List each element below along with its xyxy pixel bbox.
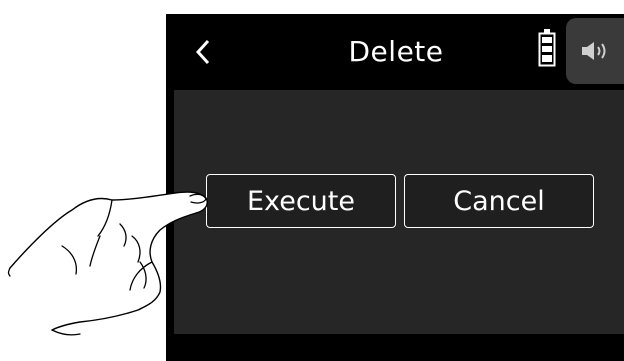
chevron-left-icon	[195, 39, 210, 65]
dialog-content: Execute Cancel	[174, 90, 624, 334]
execute-button[interactable]: Execute	[206, 174, 396, 228]
cancel-button[interactable]: Cancel	[404, 174, 594, 228]
device-screen: Delete Execute Cancel	[166, 14, 624, 361]
screen-header: Delete	[166, 14, 624, 90]
illustration-stage: Delete Execute Cancel	[0, 0, 624, 361]
speaker-icon	[582, 42, 606, 60]
speaker-button[interactable]	[566, 18, 624, 84]
bottom-bar	[166, 334, 624, 361]
page-title: Delete	[348, 35, 444, 68]
back-button[interactable]	[188, 32, 218, 72]
battery-icon	[538, 29, 556, 67]
